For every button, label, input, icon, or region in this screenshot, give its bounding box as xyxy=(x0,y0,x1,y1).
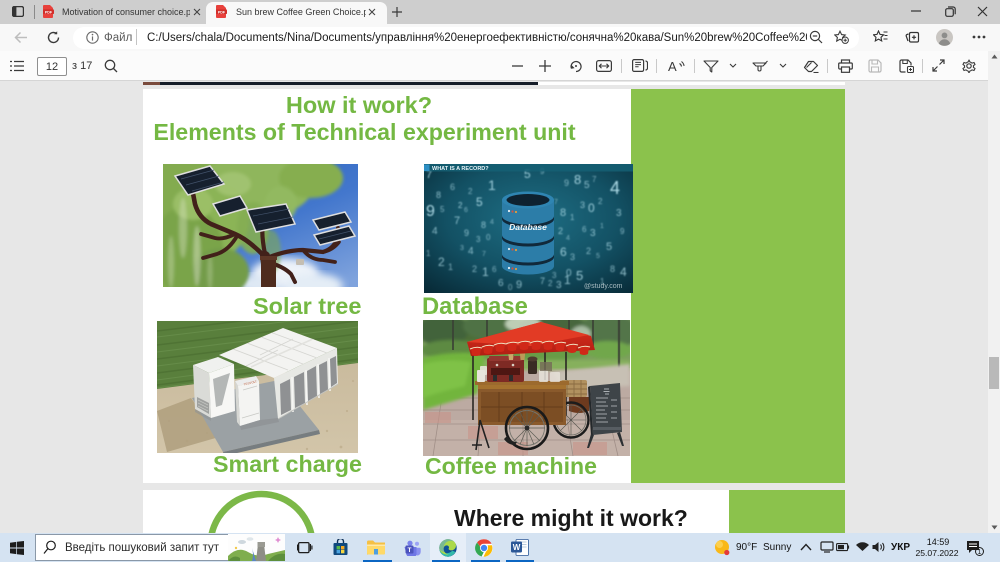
svg-text:6: 6 xyxy=(464,207,468,214)
svg-text:8: 8 xyxy=(436,190,441,200)
svg-text:9: 9 xyxy=(620,227,625,236)
svg-text:2: 2 xyxy=(472,264,477,274)
svg-text:8: 8 xyxy=(560,207,566,219)
svg-text:4: 4 xyxy=(432,226,438,237)
svg-text:5: 5 xyxy=(596,253,600,260)
svg-text:6: 6 xyxy=(498,278,504,289)
svg-text:1: 1 xyxy=(570,213,575,222)
svg-text:4: 4 xyxy=(610,178,620,198)
svg-text:1: 1 xyxy=(600,223,604,230)
svg-text:5: 5 xyxy=(440,205,445,214)
svg-text:1: 1 xyxy=(488,177,496,193)
svg-text:7: 7 xyxy=(592,175,597,184)
svg-text:7: 7 xyxy=(454,215,460,227)
svg-text:9: 9 xyxy=(516,279,522,291)
svg-text:6: 6 xyxy=(582,225,587,234)
svg-text:2: 2 xyxy=(558,226,563,236)
svg-text:2: 2 xyxy=(468,187,473,196)
svg-text:9: 9 xyxy=(464,228,469,238)
svg-text:7: 7 xyxy=(554,199,558,206)
svg-text:3: 3 xyxy=(476,235,481,244)
svg-text:W: W xyxy=(513,543,521,552)
svg-text:6: 6 xyxy=(492,265,497,274)
svg-text:9: 9 xyxy=(426,203,435,220)
svg-text:1: 1 xyxy=(426,249,431,258)
svg-text:0: 0 xyxy=(508,283,513,292)
svg-text:2: 2 xyxy=(548,279,553,288)
svg-text:4: 4 xyxy=(490,219,494,226)
svg-text:9: 9 xyxy=(564,178,569,188)
svg-text:1: 1 xyxy=(978,549,982,556)
svg-text:4: 4 xyxy=(566,235,570,242)
svg-text:8: 8 xyxy=(574,172,581,187)
svg-text:5: 5 xyxy=(584,180,590,191)
svg-text:6: 6 xyxy=(450,182,455,192)
svg-text:A: A xyxy=(668,59,677,73)
svg-text:2: 2 xyxy=(586,246,591,256)
svg-text:1: 1 xyxy=(448,262,453,272)
svg-text:5: 5 xyxy=(576,268,583,283)
svg-text:3: 3 xyxy=(580,200,585,210)
svg-text:3: 3 xyxy=(556,280,562,291)
svg-text:0: 0 xyxy=(588,201,595,215)
svg-text:3: 3 xyxy=(590,228,596,239)
svg-text:8: 8 xyxy=(481,220,486,230)
svg-text:7: 7 xyxy=(540,276,545,286)
svg-text:3: 3 xyxy=(570,252,575,262)
svg-text:2: 2 xyxy=(458,201,463,210)
svg-text:5: 5 xyxy=(476,195,483,209)
svg-text:Database: Database xyxy=(509,222,547,232)
svg-text:5: 5 xyxy=(606,241,612,253)
svg-text:3: 3 xyxy=(460,245,464,252)
svg-text:4: 4 xyxy=(468,246,474,257)
svg-text:@study.com: @study.com xyxy=(584,283,623,290)
svg-text:4: 4 xyxy=(620,265,627,279)
svg-text:8: 8 xyxy=(610,264,615,274)
svg-text:1: 1 xyxy=(482,265,489,279)
svg-text:7: 7 xyxy=(482,251,486,258)
svg-text:0: 0 xyxy=(486,233,491,242)
svg-text:2: 2 xyxy=(598,197,603,206)
svg-text:PDF: PDF xyxy=(45,10,53,14)
svg-text:6: 6 xyxy=(560,245,567,259)
svg-text:3: 3 xyxy=(616,208,622,219)
svg-text:2: 2 xyxy=(438,255,445,269)
svg-text:T: T xyxy=(408,547,412,554)
svg-text:PDF: PDF xyxy=(218,10,226,14)
svg-text:WHAT IS A RECORD?: WHAT IS A RECORD? xyxy=(432,166,489,172)
svg-text:3: 3 xyxy=(552,271,557,280)
svg-text:1: 1 xyxy=(564,273,571,287)
